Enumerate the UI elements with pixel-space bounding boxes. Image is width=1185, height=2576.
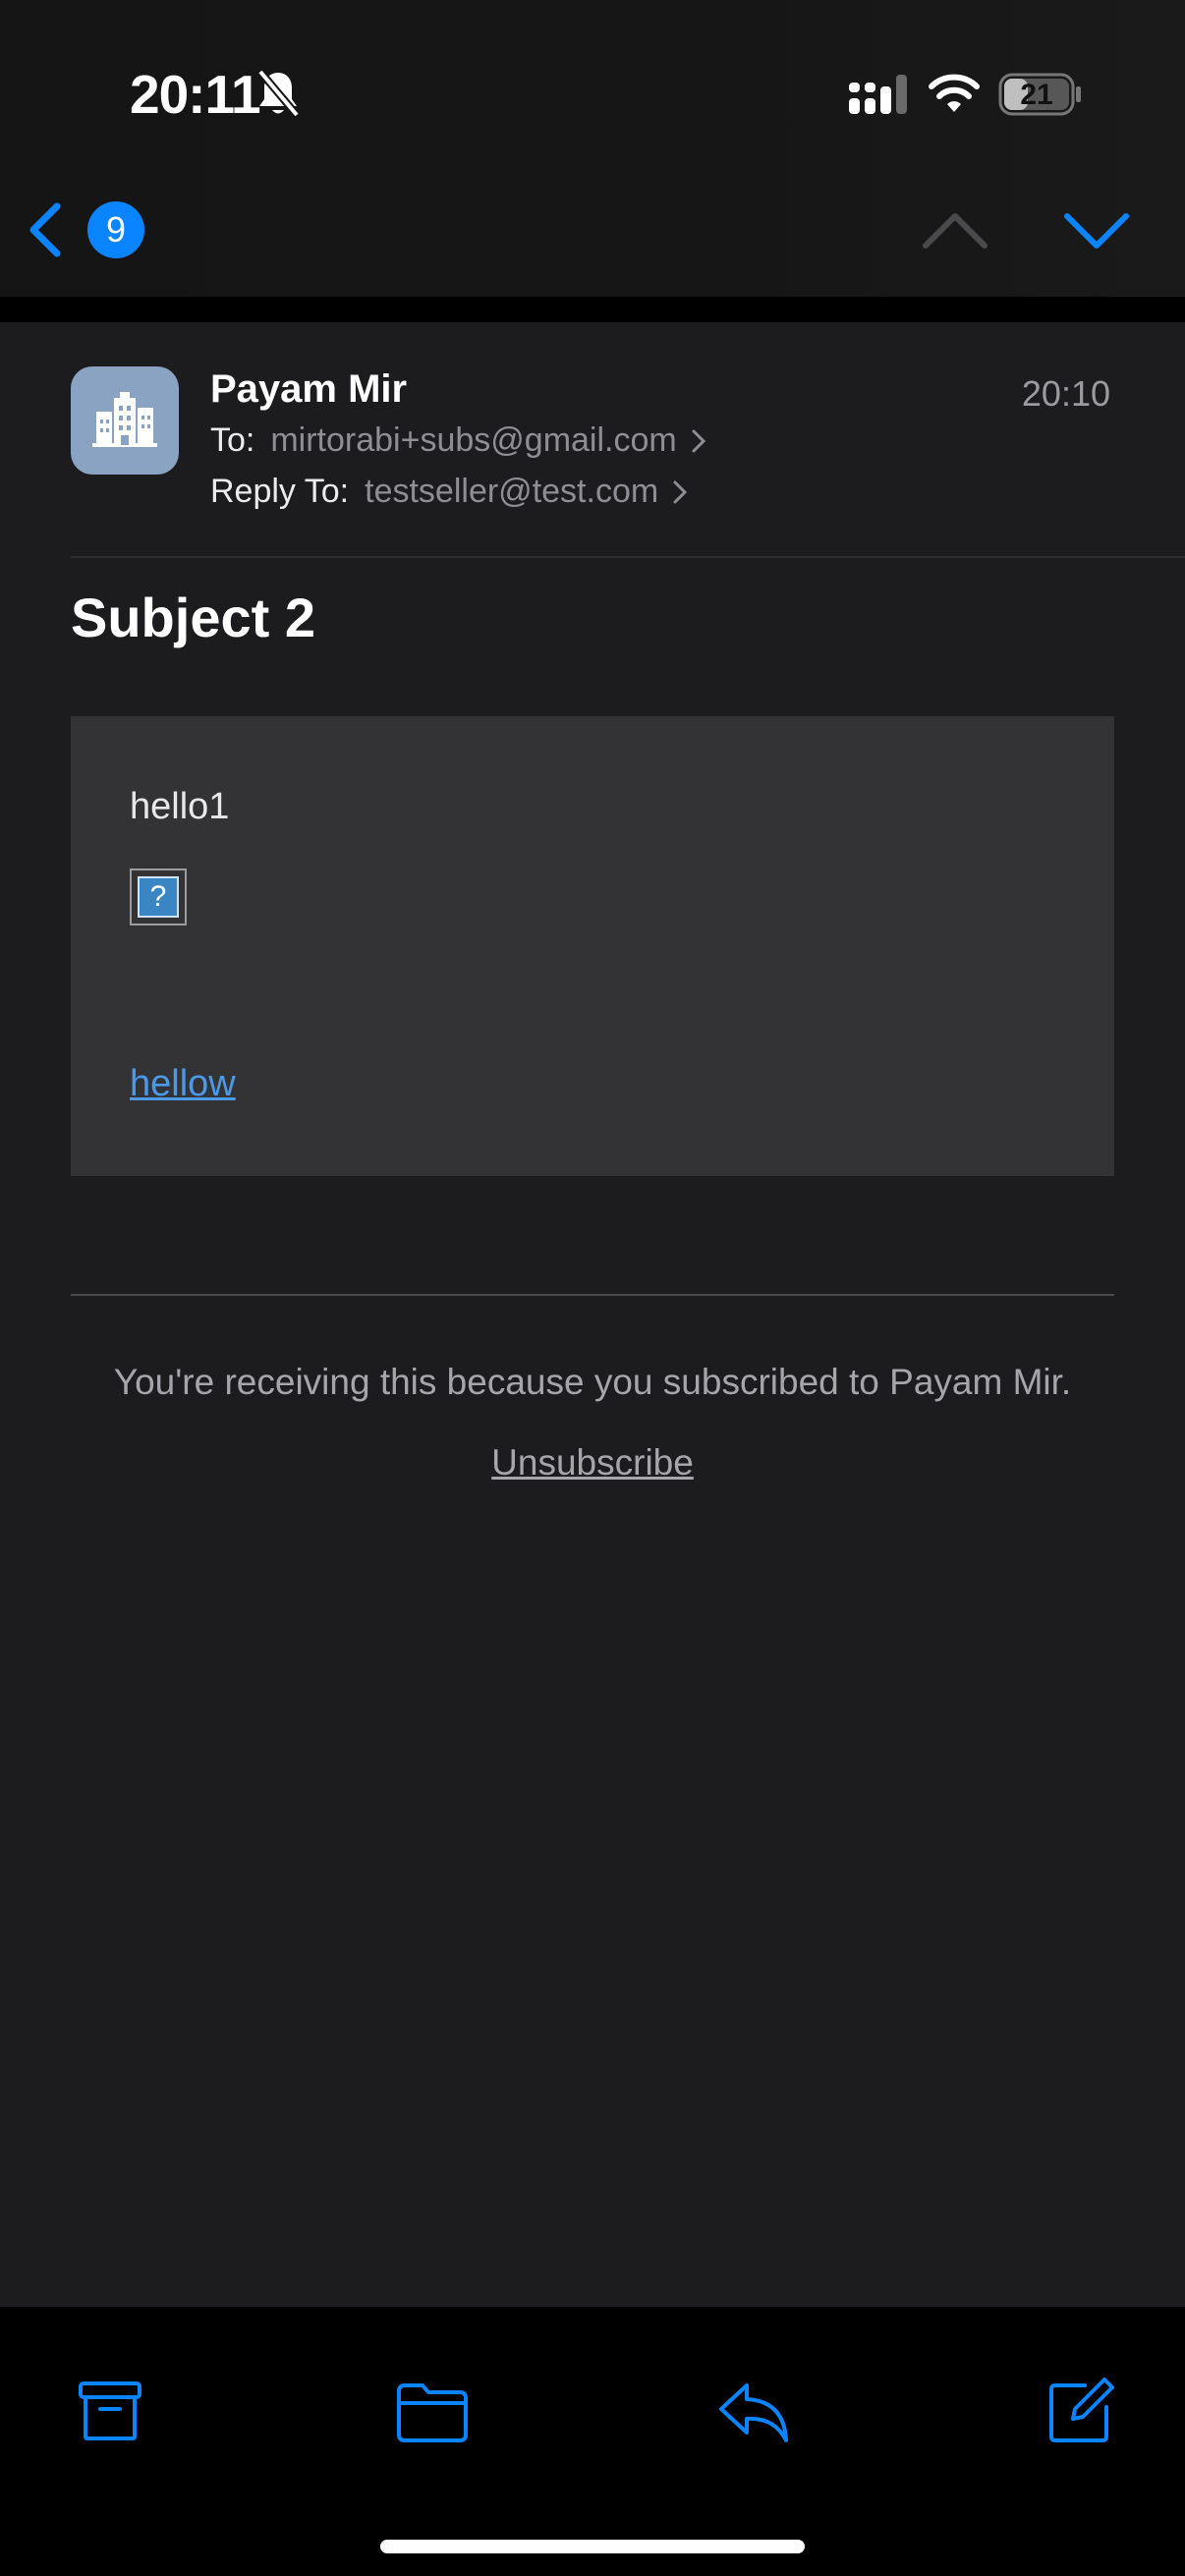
previous-message-icon[interactable] xyxy=(920,208,990,252)
reply-to-value[interactable]: testseller@test.com xyxy=(365,473,658,511)
signal-icon xyxy=(847,75,908,116)
move-folder-icon[interactable] xyxy=(395,2380,470,2444)
unread-count-badge[interactable]: 9 xyxy=(87,201,144,258)
home-indicator[interactable] xyxy=(380,2540,805,2553)
reply-to-label: Reply To: xyxy=(210,473,350,510)
to-chevron-icon xyxy=(691,428,706,454)
bell-slash-icon xyxy=(255,69,301,118)
unsubscribe-row: Unsubscribe xyxy=(0,1442,1185,1484)
reply-icon[interactable] xyxy=(717,2380,790,2444)
back-chevron-icon[interactable] xyxy=(26,200,65,259)
building-icon xyxy=(92,392,157,447)
nav-separator xyxy=(0,297,1185,322)
subject: Subject 2 xyxy=(71,587,315,648)
sender-name[interactable]: Payam Mir xyxy=(210,367,407,412)
status-time: 20:11 xyxy=(130,64,261,125)
header-divider xyxy=(71,556,1185,558)
top-bar xyxy=(0,0,1185,297)
to-value[interactable]: mirtorabi+subs@gmail.com xyxy=(270,421,676,460)
wifi-icon xyxy=(928,73,981,114)
body-link[interactable]: hellow xyxy=(130,1063,236,1105)
reply-to-row[interactable]: Reply To: testseller@test.com xyxy=(210,473,688,511)
to-row[interactable]: To: mirtorabi+subs@gmail.com xyxy=(210,421,706,460)
message-time: 20:10 xyxy=(1021,373,1110,414)
bottom-toolbar xyxy=(0,2307,1185,2576)
to-label: To: xyxy=(210,421,255,459)
avatar[interactable] xyxy=(71,366,179,475)
compose-icon[interactable] xyxy=(1045,2376,1116,2446)
archive-icon[interactable] xyxy=(77,2378,143,2444)
reply-to-chevron-icon xyxy=(672,479,688,505)
broken-image-icon: ? xyxy=(138,876,179,918)
footer-divider xyxy=(71,1294,1114,1296)
body-text: hello1 xyxy=(130,786,230,827)
broken-image-placeholder: ? xyxy=(130,868,187,925)
unsubscribe-link[interactable]: Unsubscribe xyxy=(491,1442,694,1483)
battery-level: 21 xyxy=(1020,79,1053,111)
subscription-notice: You're receiving this because you subscr… xyxy=(113,1362,1072,1402)
next-message-icon[interactable] xyxy=(1061,208,1132,252)
